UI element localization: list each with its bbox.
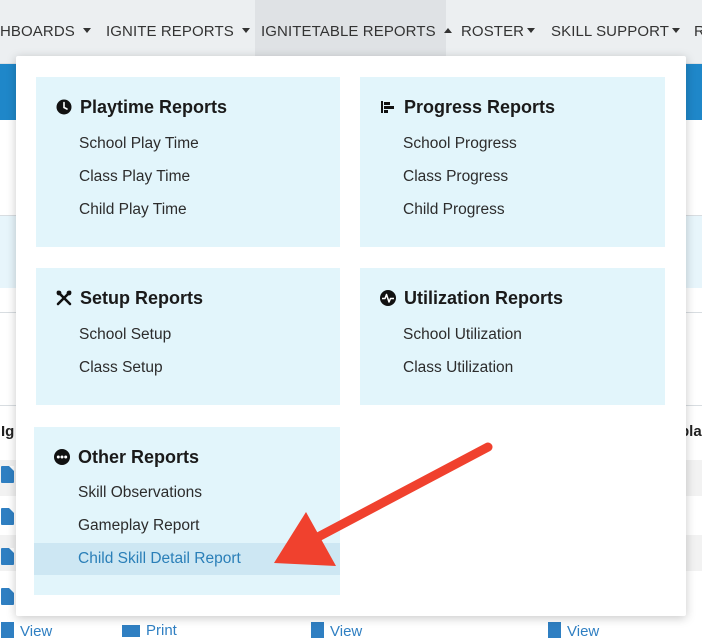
- caret-down-icon: [241, 27, 250, 33]
- playtime-reports-title: Playtime Reports: [56, 97, 227, 118]
- class-setup-link[interactable]: Class Setup: [79, 359, 163, 377]
- utilization-reports-card: Utilization Reports School Utilization C…: [360, 268, 665, 405]
- table-header-left: Ig: [1, 423, 15, 440]
- nav-dashboards[interactable]: HBOARDS: [0, 0, 91, 63]
- setup-reports-title: Setup Reports: [56, 288, 203, 309]
- tools-icon: [56, 290, 72, 306]
- child-progress-link[interactable]: Child Progress: [403, 201, 505, 219]
- playtime-reports-card: Playtime Reports School Play Time Class …: [36, 77, 340, 247]
- class-play-time-link[interactable]: Class Play Time: [79, 168, 190, 186]
- school-utilization-link[interactable]: School Utilization: [403, 326, 522, 344]
- report-file-icon[interactable]: [1, 588, 14, 605]
- file-icon: [311, 622, 324, 638]
- skill-observations-link[interactable]: Skill Observations: [78, 484, 202, 502]
- nav-ignite-reports[interactable]: IGNITE REPORTS: [106, 0, 250, 63]
- other-reports-title: Other Reports: [54, 447, 199, 468]
- nav-ignitetable-reports[interactable]: IGNITETABLE REPORTS: [255, 0, 452, 63]
- report-file-icon[interactable]: [1, 466, 14, 483]
- utilization-reports-title: Utilization Reports: [380, 288, 563, 309]
- child-skill-detail-report-link[interactable]: Child Skill Detail Report: [34, 543, 340, 575]
- view-link[interactable]: View: [311, 622, 362, 640]
- printer-icon: [122, 625, 140, 637]
- top-navbar: HBOARDS IGNITE REPORTS IGNITETABLE REPOR…: [0, 0, 702, 64]
- activity-icon: [380, 290, 396, 306]
- ignitetable-reports-dropdown: Playtime Reports School Play Time Class …: [16, 56, 686, 616]
- setup-reports-card: Setup Reports School Setup Class Setup: [36, 268, 340, 405]
- progress-reports-card: Progress Reports School Progress Class P…: [360, 77, 665, 247]
- class-progress-link[interactable]: Class Progress: [403, 168, 508, 186]
- nav-more[interactable]: R: [694, 0, 702, 63]
- report-file-icon[interactable]: [1, 548, 14, 565]
- child-play-time-link[interactable]: Child Play Time: [79, 201, 187, 219]
- bar-chart-icon: [380, 99, 396, 115]
- nav-roster[interactable]: ROSTER: [461, 0, 536, 63]
- caret-up-icon: [443, 27, 452, 33]
- gameplay-report-link[interactable]: Gameplay Report: [78, 517, 199, 535]
- school-play-time-link[interactable]: School Play Time: [79, 135, 199, 153]
- view-link[interactable]: View: [548, 622, 599, 640]
- view-link[interactable]: View: [1, 622, 52, 640]
- caret-down-icon: [82, 27, 91, 33]
- school-progress-link[interactable]: School Progress: [403, 135, 517, 153]
- file-icon: [548, 622, 561, 638]
- caret-down-icon: [672, 27, 681, 33]
- progress-reports-title: Progress Reports: [380, 97, 555, 118]
- other-reports-card: Other Reports Skill Observations Gamepla…: [34, 427, 340, 595]
- report-file-icon[interactable]: [1, 508, 14, 525]
- school-setup-link[interactable]: School Setup: [79, 326, 171, 344]
- class-utilization-link[interactable]: Class Utilization: [403, 359, 513, 377]
- caret-down-icon: [527, 27, 536, 33]
- print-link[interactable]: Print: [122, 622, 177, 639]
- ellipsis-icon: [54, 449, 70, 465]
- clock-icon: [56, 99, 72, 115]
- file-icon: [1, 622, 14, 638]
- nav-skill-support[interactable]: SKILL SUPPORT: [551, 0, 681, 63]
